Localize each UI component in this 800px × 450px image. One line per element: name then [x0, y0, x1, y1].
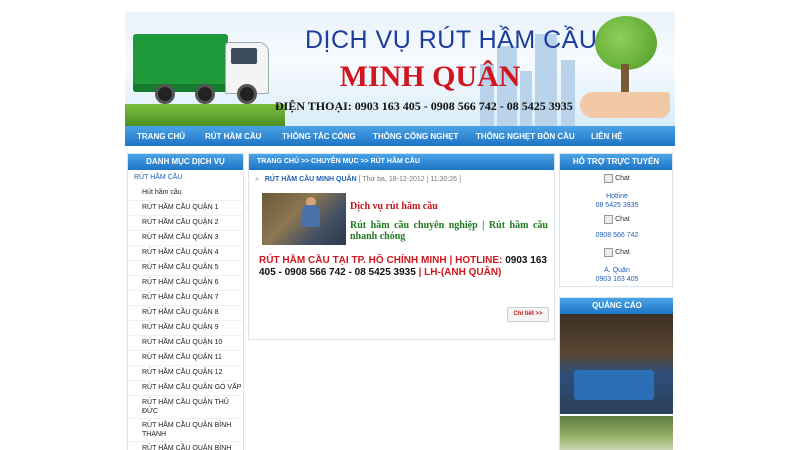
main-nav: TRANG CHỦ RÚT HẦM CẦU THÔNG TẮC CỐNG THÔ…: [125, 126, 675, 146]
sidebar-category-heading[interactable]: RÚT HẦM CẦU: [128, 170, 243, 186]
sidebar-list-item[interactable]: RÚT HẦM CẦU QUẬN 9: [128, 321, 243, 336]
banner-title: DỊCH VỤ RÚT HẦM CẦU: [305, 26, 598, 54]
sidebar-list-item[interactable]: RÚT HẦM CẦU QUẬN BÌNH TÂN: [128, 442, 243, 450]
hotline-contact-name: | LH-(ANH QUÂN): [418, 267, 502, 278]
truck-tank-graphic: [133, 34, 228, 92]
nav-item-rut-ham-cau[interactable]: RÚT HẦM CẦU: [205, 132, 261, 141]
ads-box: QUẢNG CÁO: [559, 297, 673, 450]
chat-label: Chat: [615, 175, 630, 182]
support-contact: Chat A. Quân 0903 163 405: [560, 248, 673, 284]
sidebar-list-item[interactable]: RÚT HẦM CẦU QUẬN 11: [128, 351, 243, 366]
post-title-link[interactable]: RÚT HẦM CẦU MINH QUÂN: [265, 176, 357, 183]
sidebar-list-item[interactable]: RÚT HẦM CẦU QUẬN 6: [128, 276, 243, 291]
chat-label: Chat: [615, 249, 630, 256]
post-excerpt-hotline: RÚT HẦM CẦU TẠI TP. HỒ CHÍNH MINH | HOTL…: [259, 255, 547, 279]
tree-graphic: [595, 16, 657, 70]
truck-wheel-icon: [237, 84, 257, 104]
right-sidebar: HỖ TRỢ TRỰC TUYẾN Chat Hotline 08 5425 3…: [559, 153, 673, 450]
nav-item-home[interactable]: TRANG CHỦ: [137, 132, 185, 141]
support-contact: Chat 0908 566 742: [560, 215, 673, 240]
contact-phone: 0908 566 742: [595, 232, 639, 239]
ad-image-truck[interactable]: [560, 314, 673, 414]
page-container: DỊCH VỤ RÚT HẦM CẦU MINH QUÂN ĐIỆN THOẠI…: [125, 12, 675, 450]
building-graphic: [561, 60, 575, 126]
sidebar-list-item[interactable]: RÚT HẦM CẦU QUẬN 2: [128, 216, 243, 231]
sidebar-list-item[interactable]: RÚT HẦM CẦU QUẬN 5: [128, 261, 243, 276]
chat-button[interactable]: Chat: [604, 174, 630, 183]
main-content: TRANG CHỦ >> CHUYÊN MỤC >> RÚT HẦM CẦU »…: [248, 153, 555, 340]
chat-button[interactable]: Chat: [604, 248, 630, 257]
sidebar-title: DANH MỤC DỊCH VỤ: [128, 154, 243, 170]
hotline-label: RÚT HẦM CẦU TẠI TP. HỒ CHÍNH MINH | HOTL…: [259, 255, 503, 266]
sidebar-list-item[interactable]: RÚT HẦM CẦU QUẬN 3: [128, 231, 243, 246]
truck-wheel-icon: [155, 84, 175, 104]
truck-wheel-icon: [195, 84, 215, 104]
sidebar-list-item[interactable]: RÚT HẦM CẦU QUẬN 12: [128, 366, 243, 381]
nav-item-thong-cong-nghet[interactable]: THÔNG CỐNG NGHẸT: [373, 132, 458, 141]
double-chevron-icon: »: [255, 176, 259, 183]
sidebar-list-item[interactable]: RÚT HẦM CẦU QUẬN 8: [128, 306, 243, 321]
banner-phone-line: ĐIỆN THOẠI: 0903 163 405 - 0908 566 742 …: [275, 99, 573, 113]
post-header: » RÚT HẦM CẦU MINH QUÂN [ Thứ ba, 18-12-…: [255, 176, 461, 183]
contact-name: A. Quân: [604, 267, 630, 274]
breadcrumb: TRANG CHỦ >> CHUYÊN MỤC >> RÚT HẦM CẦU: [249, 154, 554, 170]
online-support-box: HỖ TRỢ TRỰC TUYẾN Chat Hotline 08 5425 3…: [559, 153, 673, 287]
chat-icon: [604, 215, 614, 224]
tanker-truck-graphic: [574, 370, 654, 400]
sidebar-list: Hút hầm cầu RÚT HẦM CẦU QUẬN 1 RÚT HẦM CẦU…: [128, 186, 243, 450]
nav-item-contact[interactable]: LIÊN HỆ: [591, 132, 623, 141]
chat-icon: [604, 248, 614, 257]
banner-brand-name: MINH QUÂN: [339, 60, 521, 93]
post-excerpt-heading: Dịch vụ rút hầm cầu: [350, 201, 438, 212]
ads-title: QUẢNG CÁO: [560, 298, 673, 314]
tree-trunk-graphic: [621, 64, 629, 94]
chat-label: Chat: [615, 216, 630, 223]
chat-button[interactable]: Chat: [604, 215, 630, 224]
service-category-sidebar: DANH MỤC DỊCH VỤ RÚT HẦM CẦU Hút hầm cầu…: [127, 153, 244, 450]
sidebar-list-item[interactable]: RÚT HẦM CẦU QUẬN THỦ ĐỨC: [128, 396, 243, 419]
nav-item-thong-nghet-bon-cau[interactable]: THÔNG NGHẸT BỒN CẦU: [476, 132, 575, 141]
post-thumbnail[interactable]: [262, 193, 346, 245]
post-excerpt-subheading: Rút hầm cầu chuyên nghiệp | Rút hầm cầu …: [350, 220, 548, 242]
sidebar-list-item[interactable]: RÚT HẦM CẦU QUẬN 1: [128, 201, 243, 216]
post-date: [ Thứ ba, 18-12-2012 | 11:30:26 ]: [358, 176, 461, 183]
contact-phone: 0903 163 405: [595, 276, 639, 283]
contact-phone: 08 5425 3935: [595, 202, 639, 209]
sidebar-list-item[interactable]: RÚT HẦM CẦU QUẬN BÌNH THẠNH: [128, 419, 243, 442]
sidebar-list-item[interactable]: RÚT HẦM CẦU QUẬN GÒ VẤP: [128, 381, 243, 396]
sidebar-list-item[interactable]: RÚT HẦM CẦU QUẬN 4: [128, 246, 243, 261]
nav-item-thong-tac-cong[interactable]: THÔNG TẮC CỐNG: [282, 132, 356, 141]
header-banner: DỊCH VỤ RÚT HẦM CẦU MINH QUÂN ĐIỆN THOẠI…: [125, 12, 675, 126]
sidebar-list-item[interactable]: Hút hầm cầu: [128, 186, 243, 201]
chat-icon: [604, 174, 614, 183]
sidebar-list-item[interactable]: RÚT HẦM CẦU QUẬN 7: [128, 291, 243, 306]
contact-name: Hotline: [606, 193, 628, 200]
truck-window-graphic: [231, 48, 257, 64]
grass-graphic: [125, 104, 285, 126]
sidebar-list-item[interactable]: RÚT HẦM CẦU QUẬN 10: [128, 336, 243, 351]
worker-graphic: [302, 205, 320, 227]
support-contact: Chat Hotline 08 5425 3935: [560, 174, 673, 210]
support-title: HỖ TRỢ TRỰC TUYẾN: [560, 154, 672, 170]
ad-image[interactable]: [560, 416, 673, 450]
read-more-button[interactable]: Chi tiết >>: [507, 307, 549, 322]
hand-graphic: [580, 92, 670, 118]
